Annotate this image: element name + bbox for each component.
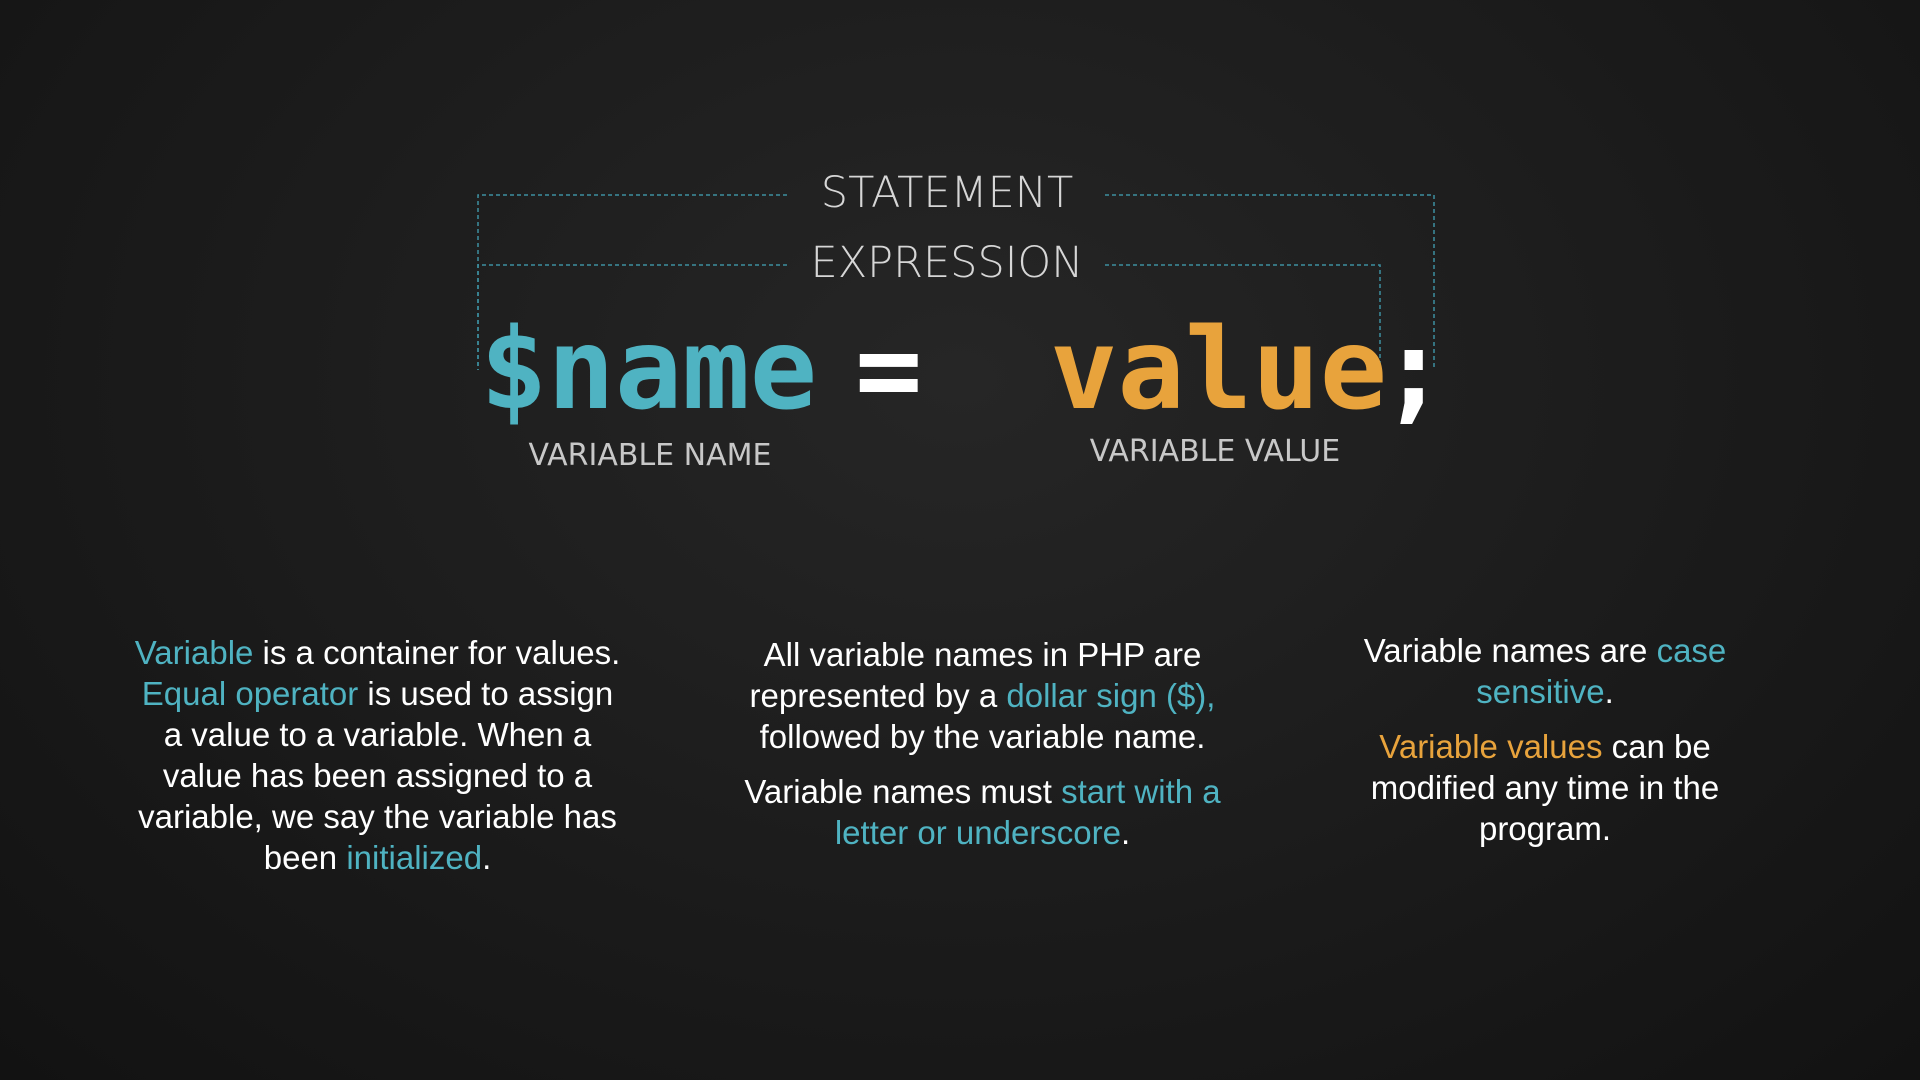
expression-label: EXPRESSION: [810, 238, 1084, 288]
body-text: Variable names are: [1363, 632, 1657, 669]
highlight-text: Variable values: [1379, 728, 1603, 765]
body-text: .: [1604, 673, 1614, 710]
highlight-text: initialized: [346, 839, 483, 876]
paragraph: Variable names must start with a letter …: [725, 771, 1240, 853]
body-text: .: [482, 839, 492, 876]
statement-label: STATEMENT: [820, 168, 1074, 218]
paragraph: Variable is a container for values. Equa…: [130, 632, 625, 878]
slide: STATEMENT EXPRESSION $name = value ; VAR…: [0, 0, 1920, 1080]
semicolon-token: ;: [1380, 305, 1448, 435]
body-text: is a container for values.: [253, 634, 621, 671]
highlight-text: Equal operator: [141, 675, 359, 712]
bracket-lines: [477, 194, 1435, 370]
body-text: followed by the variable name.: [759, 718, 1206, 755]
variable-token: $name: [480, 305, 818, 435]
body-text: .: [1120, 814, 1131, 851]
body-text: Variable names must: [744, 773, 1062, 810]
column-naming-rules: All variable names in PHP are represente…: [725, 634, 1240, 867]
paragraph: Variable names are case sensitive.: [1335, 630, 1755, 712]
highlight-text: dollar sign ($),: [1006, 677, 1216, 714]
variable-name-label: VARIABLE NAME: [528, 438, 772, 473]
value-token: value: [1050, 305, 1388, 435]
column-variable-definition: Variable is a container for values. Equa…: [130, 632, 625, 892]
highlight-text: Variable: [134, 634, 254, 671]
equal-operator-token: =: [855, 305, 923, 435]
column-case-sensitivity: Variable names are case sensitive. Variab…: [1335, 630, 1755, 863]
variable-value-label: VARIABLE VALUE: [1089, 434, 1341, 469]
paragraph: Variable values can be modified any time…: [1335, 726, 1755, 849]
paragraph: All variable names in PHP are represente…: [725, 634, 1240, 757]
